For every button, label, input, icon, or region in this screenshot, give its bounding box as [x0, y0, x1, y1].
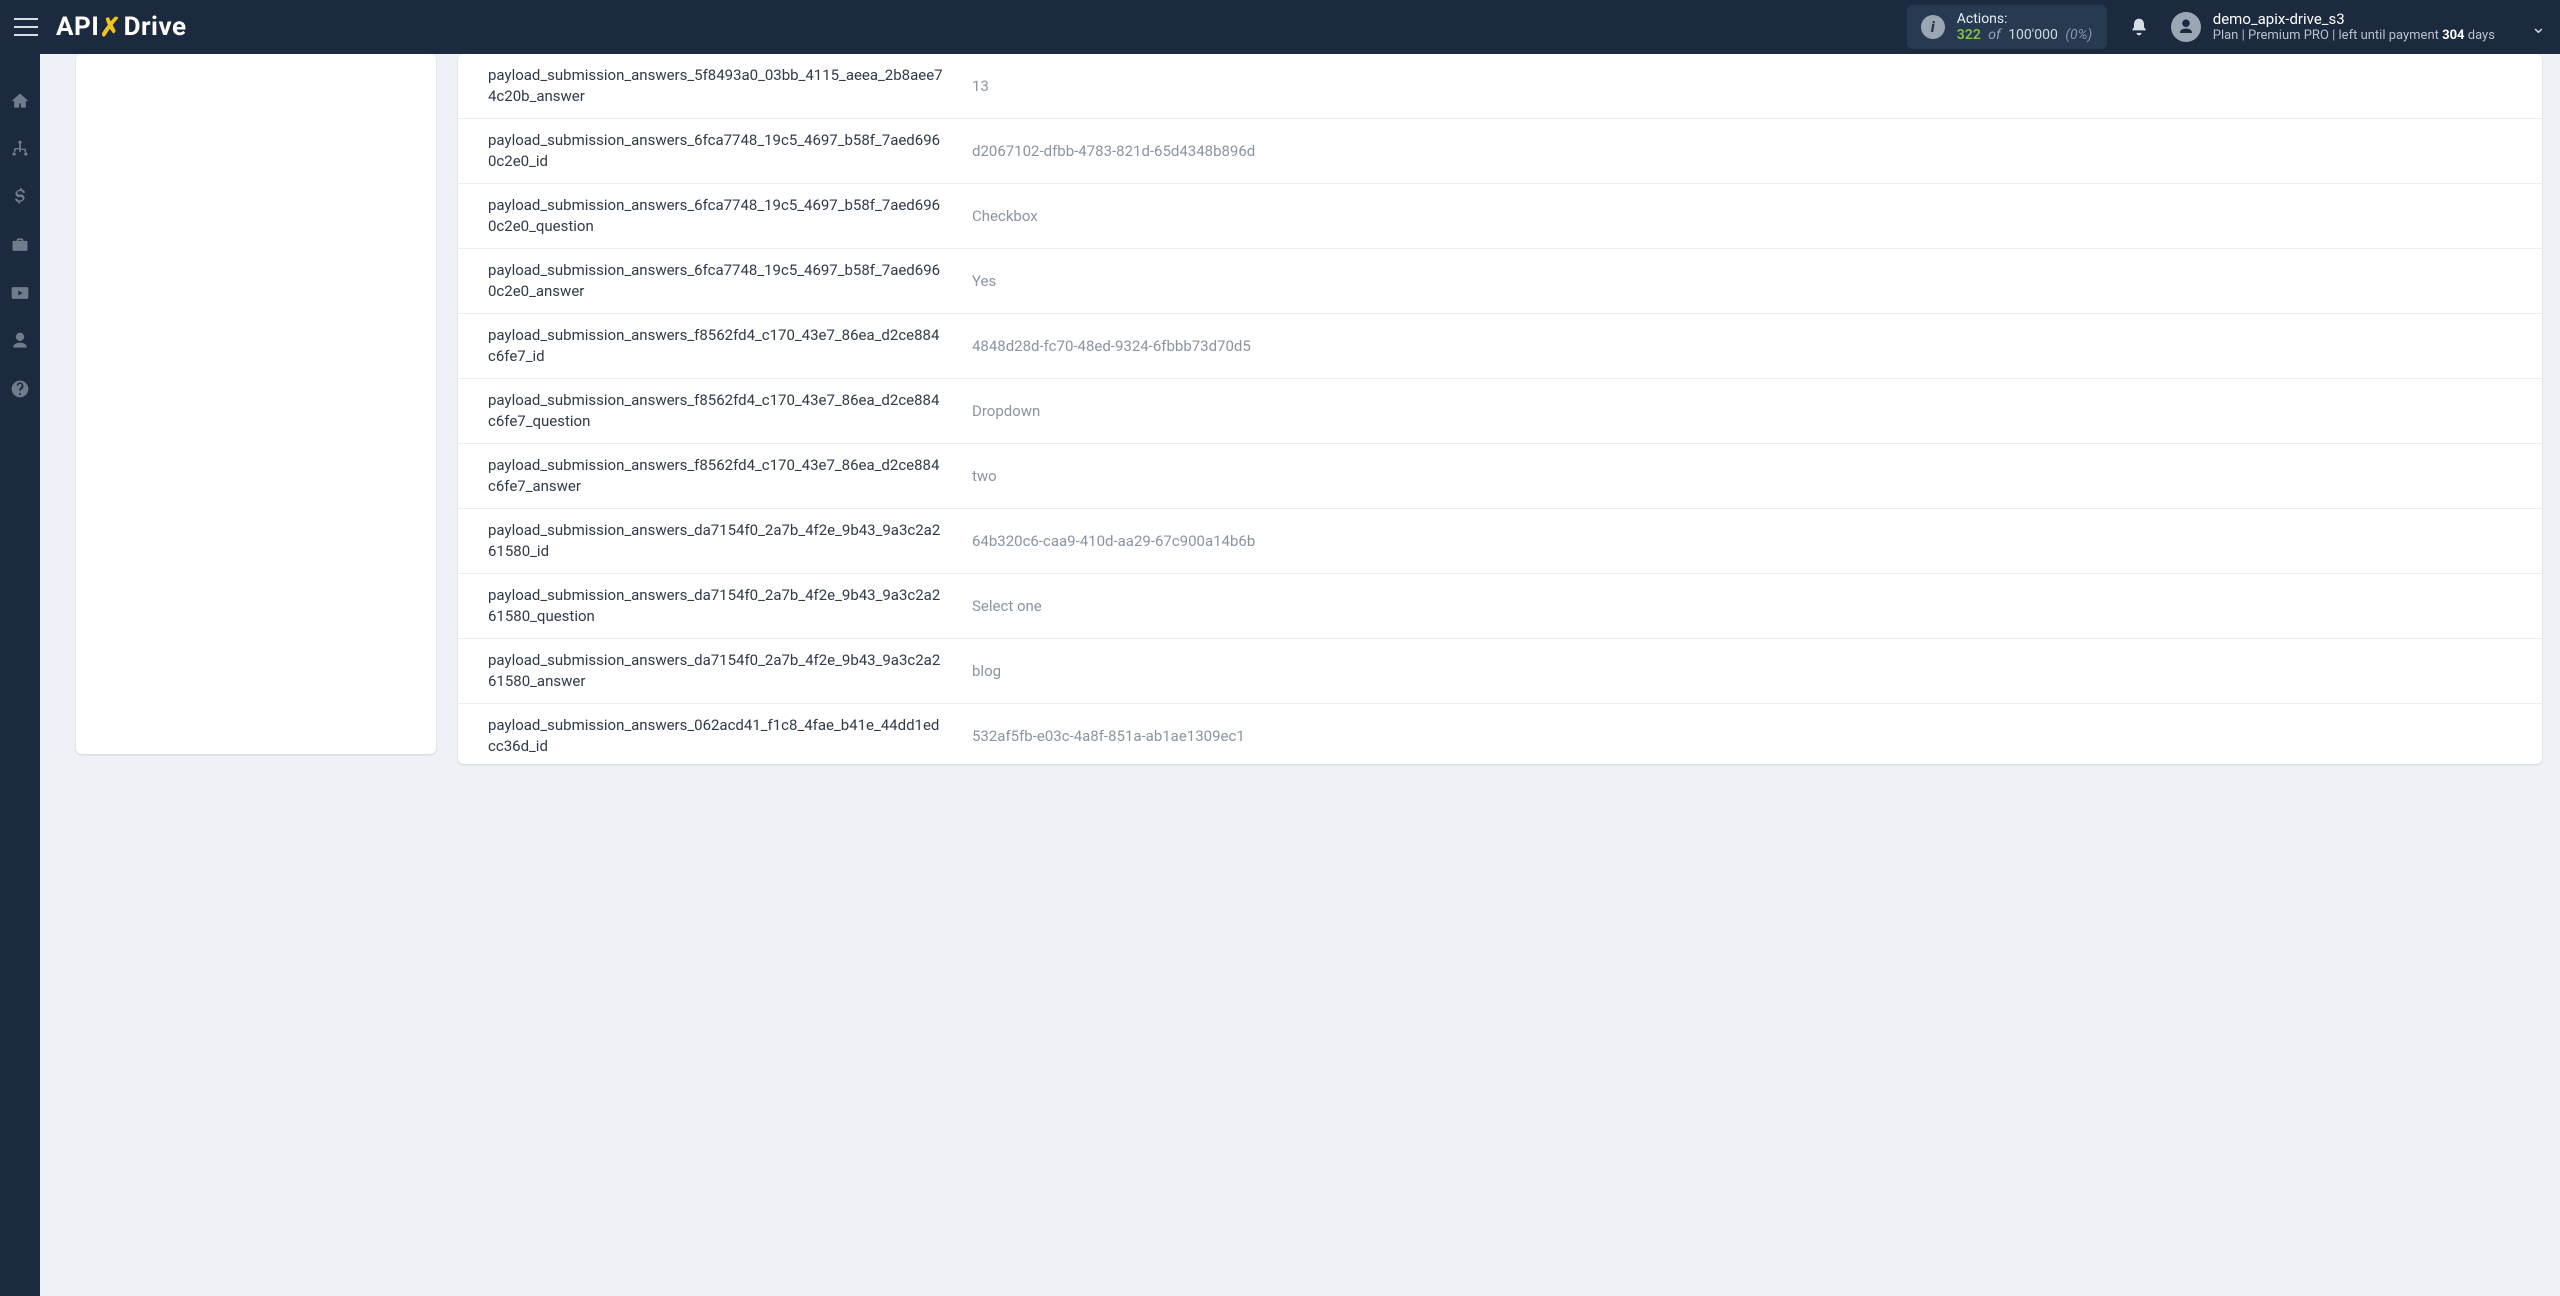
integrations-icon[interactable] [9, 138, 31, 160]
chevron-down-icon: ⌄ [2531, 17, 2546, 38]
field-value: 532af5fb-e03c-4a8f-851a-ab1ae1309ec1 [958, 704, 2542, 765]
actions-percent: (0%) [2065, 27, 2092, 43]
data-panel: payload_submission_answers_5f8493a0_03bb… [458, 54, 2542, 764]
table-row: payload_submission_answers_6fca7748_19c5… [458, 119, 2542, 184]
field-value: Yes [958, 249, 2542, 314]
table-row: payload_submission_answers_6fca7748_19c5… [458, 249, 2542, 314]
table-row: payload_submission_answers_f8562fd4_c170… [458, 379, 2542, 444]
field-key: payload_submission_answers_6fca7748_19c5… [458, 249, 958, 314]
actions-of: of [1988, 27, 2000, 43]
table-row: payload_submission_answers_da7154f0_2a7b… [458, 574, 2542, 639]
field-value: two [958, 444, 2542, 509]
field-key: payload_submission_answers_062acd41_f1c8… [458, 704, 958, 765]
help-icon[interactable] [9, 378, 31, 400]
field-key: payload_submission_answers_f8562fd4_c170… [458, 314, 958, 379]
field-value: blog [958, 639, 2542, 704]
avatar-icon [2171, 12, 2201, 42]
field-value: Dropdown [958, 379, 2542, 444]
brand-logo[interactable]: API✗Drive [56, 12, 186, 42]
field-key: payload_submission_answers_6fca7748_19c5… [458, 184, 958, 249]
field-value: 64b320c6-caa9-410d-aa29-67c900a14b6b [958, 509, 2542, 574]
account-icon[interactable] [9, 330, 31, 352]
table-row: payload_submission_answers_5f8493a0_03bb… [458, 54, 2542, 119]
field-key: payload_submission_answers_f8562fd4_c170… [458, 444, 958, 509]
table-row: payload_submission_answers_6fca7748_19c5… [458, 184, 2542, 249]
table-row: payload_submission_answers_da7154f0_2a7b… [458, 509, 2542, 574]
field-value: 4848d28d-fc70-48ed-9324-6fbbb73d70d5 [958, 314, 2542, 379]
table-row: payload_submission_answers_f8562fd4_c170… [458, 314, 2542, 379]
actions-label: Actions: [1957, 11, 2093, 27]
actions-counter[interactable]: i Actions: 322 of 100'000 (0%) [1907, 5, 2107, 49]
menu-toggle-button[interactable] [14, 18, 38, 36]
field-value: 13 [958, 54, 2542, 119]
actions-current: 322 [1957, 27, 1981, 43]
briefcase-icon[interactable] [9, 234, 31, 256]
table-row: payload_submission_answers_f8562fd4_c170… [458, 444, 2542, 509]
sidebar-nav [0, 54, 40, 1296]
field-key: payload_submission_answers_f8562fd4_c170… [458, 379, 958, 444]
table-row: payload_submission_answers_da7154f0_2a7b… [458, 639, 2542, 704]
billing-icon[interactable] [9, 186, 31, 208]
table-row: payload_submission_answers_062acd41_f1c8… [458, 704, 2542, 765]
home-icon[interactable] [9, 90, 31, 112]
field-key: payload_submission_answers_5f8493a0_03bb… [458, 54, 958, 119]
payload-table: payload_submission_answers_5f8493a0_03bb… [458, 54, 2542, 764]
info-icon: i [1921, 15, 1945, 39]
topbar: API✗Drive i Actions: 322 of 100'000 (0%)… [0, 0, 2560, 54]
user-plan: Plan | Premium PRO | left until payment … [2213, 28, 2495, 44]
main-area: payload_submission_answers_5f8493a0_03bb… [40, 54, 2560, 1296]
user-menu[interactable]: demo_apix-drive_s3 Plan | Premium PRO | … [2171, 10, 2546, 44]
field-key: payload_submission_answers_da7154f0_2a7b… [458, 639, 958, 704]
left-panel [76, 54, 436, 754]
field-value: Select one [958, 574, 2542, 639]
video-icon[interactable] [9, 282, 31, 304]
actions-total: 100'000 [2008, 27, 2058, 43]
field-value: d2067102-dfbb-4783-821d-65d4348b896d [958, 119, 2542, 184]
field-key: payload_submission_answers_da7154f0_2a7b… [458, 509, 958, 574]
notifications-button[interactable] [2129, 17, 2149, 37]
field-value: Checkbox [958, 184, 2542, 249]
field-key: payload_submission_answers_da7154f0_2a7b… [458, 574, 958, 639]
field-key: payload_submission_answers_6fca7748_19c5… [458, 119, 958, 184]
user-name: demo_apix-drive_s3 [2213, 10, 2495, 28]
